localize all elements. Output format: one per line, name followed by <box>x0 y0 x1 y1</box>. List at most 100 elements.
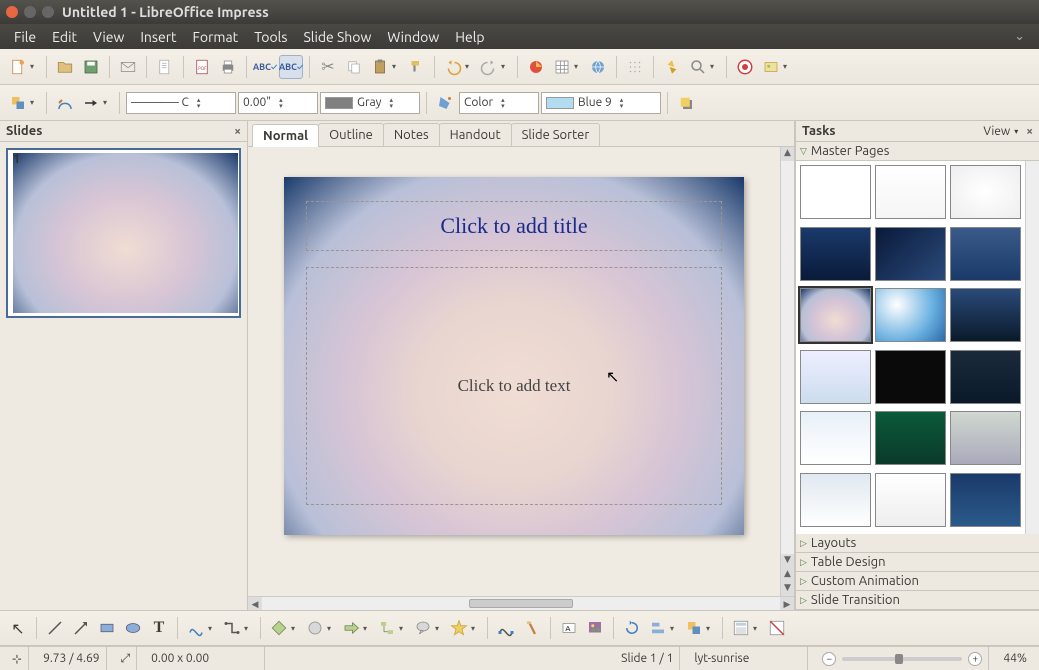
fill-type-combo[interactable]: Color▴▾ <box>459 92 539 114</box>
flowchart-button[interactable] <box>375 616 399 640</box>
master-page-item[interactable] <box>800 473 871 527</box>
tab-slidesorter[interactable]: Slide Sorter <box>511 123 601 146</box>
from-file-button[interactable] <box>583 616 607 640</box>
ellipse-tool-button[interactable] <box>121 616 145 640</box>
master-page-item[interactable] <box>950 227 1021 281</box>
menu-insert[interactable]: Insert <box>132 27 184 47</box>
fill-color-combo[interactable]: Blue 9▴▾ <box>541 92 661 114</box>
master-page-item[interactable] <box>950 288 1021 342</box>
scroll-right-arrow[interactable]: ▶ <box>780 597 794 610</box>
section-slide-transition[interactable]: ▷Slide Transition <box>796 591 1039 610</box>
copy-button[interactable] <box>342 55 366 79</box>
callouts-dropdown[interactable]: ▾ <box>435 624 443 633</box>
menu-format[interactable]: Format <box>185 27 247 47</box>
line-width-combo[interactable]: 0.00"▴▾ <box>238 92 318 114</box>
menu-edit[interactable]: Edit <box>44 27 85 47</box>
arrange2-dropdown[interactable]: ▾ <box>706 624 714 633</box>
master-page-item[interactable] <box>800 227 871 281</box>
zoom-dropdown[interactable]: ▾ <box>710 62 718 71</box>
tab-handout[interactable]: Handout <box>439 123 512 146</box>
tab-normal[interactable]: Normal <box>252 124 319 147</box>
insert-chart-button[interactable] <box>524 55 548 79</box>
masters-scrollbar[interactable] <box>1025 161 1039 534</box>
master-page-item[interactable] <box>875 165 946 219</box>
master-page-item[interactable] <box>800 411 871 465</box>
flowchart-dropdown[interactable]: ▾ <box>399 624 407 633</box>
master-page-item-selected[interactable] <box>800 288 871 342</box>
slide-layout-dropdown[interactable]: ▾ <box>753 624 761 633</box>
master-page-item[interactable] <box>875 227 946 281</box>
line-button[interactable] <box>53 91 77 115</box>
next-slide-button[interactable]: ▼ <box>781 582 794 596</box>
select-tool-button[interactable]: ↖ <box>6 616 30 640</box>
open-button[interactable] <box>53 55 77 79</box>
slide-canvas[interactable]: Click to add title Click to add text <box>284 177 744 535</box>
master-page-item[interactable] <box>800 350 871 404</box>
master-page-item[interactable] <box>950 350 1021 404</box>
section-table-design[interactable]: ▷Table Design <box>796 553 1039 572</box>
print-button[interactable] <box>216 55 240 79</box>
edit-file-button[interactable] <box>153 55 177 79</box>
slide-thumbnail-1[interactable]: 1 <box>6 148 241 318</box>
master-page-item[interactable] <box>875 288 946 342</box>
gluepoints-button[interactable] <box>520 616 544 640</box>
points-button[interactable] <box>494 616 518 640</box>
help-button[interactable] <box>733 55 757 79</box>
gallery-dropdown[interactable]: ▾ <box>783 62 791 71</box>
curve-tool-dropdown[interactable]: ▾ <box>208 624 216 633</box>
master-page-item[interactable] <box>950 411 1021 465</box>
insert-table-button[interactable] <box>550 55 574 79</box>
new-document-dropdown[interactable]: ▾ <box>30 62 38 71</box>
text-tool-button[interactable]: T <box>147 616 171 640</box>
redo-dropdown[interactable]: ▾ <box>501 62 509 71</box>
slide-layout-button[interactable] <box>729 616 753 640</box>
undo-button[interactable] <box>441 55 465 79</box>
arrange-dropdown[interactable]: ▾ <box>30 98 38 107</box>
section-layouts[interactable]: ▷Layouts <box>796 534 1039 553</box>
master-page-item[interactable] <box>800 165 871 219</box>
symbol-shapes-button[interactable] <box>303 616 327 640</box>
tab-outline[interactable]: Outline <box>318 123 384 146</box>
arrange-button[interactable] <box>6 91 30 115</box>
insert-table-dropdown[interactable]: ▾ <box>574 62 582 71</box>
format-paintbrush-button[interactable] <box>404 55 428 79</box>
menu-slideshow[interactable]: Slide Show <box>295 27 379 47</box>
cut-button[interactable]: ✂ <box>316 55 340 79</box>
shadow-button[interactable] <box>674 91 698 115</box>
slide-title-placeholder[interactable]: Click to add title <box>306 201 722 251</box>
line-color-combo[interactable]: Gray▴▾ <box>320 92 420 114</box>
fontwork-button[interactable]: A <box>557 616 581 640</box>
window-maximize-button[interactable] <box>42 6 54 18</box>
gallery-button[interactable] <box>759 55 783 79</box>
block-arrows-dropdown[interactable]: ▾ <box>363 624 371 633</box>
arrow-style-dropdown[interactable]: ▾ <box>103 98 111 107</box>
align-button[interactable] <box>646 616 670 640</box>
curve-tool-button[interactable] <box>184 616 208 640</box>
new-document-button[interactable] <box>6 55 30 79</box>
vertical-scrollbar[interactable]: ▲ ▼ ▲ ▼ <box>780 147 794 596</box>
prev-slide-button[interactable]: ▲ <box>781 568 794 582</box>
window-minimize-button[interactable] <box>24 6 36 18</box>
tasks-panel-close-icon[interactable]: × <box>1026 125 1033 138</box>
stars-button[interactable] <box>447 616 471 640</box>
scroll-down-arrow[interactable]: ▼ <box>781 554 794 568</box>
line-tool-button[interactable] <box>43 616 67 640</box>
area-button[interactable] <box>433 91 457 115</box>
section-custom-animation[interactable]: ▷Custom Animation <box>796 572 1039 591</box>
symbol-shapes-dropdown[interactable]: ▾ <box>327 624 335 633</box>
email-button[interactable] <box>116 55 140 79</box>
master-page-item[interactable] <box>875 350 946 404</box>
master-page-item[interactable] <box>875 473 946 527</box>
paste-button[interactable] <box>368 55 392 79</box>
rectangle-tool-button[interactable] <box>95 616 119 640</box>
undo-dropdown[interactable]: ▾ <box>465 62 473 71</box>
save-button[interactable] <box>79 55 103 79</box>
navigator-button[interactable] <box>660 55 684 79</box>
window-close-button[interactable] <box>6 6 18 18</box>
basic-shapes-dropdown[interactable]: ▾ <box>291 624 299 633</box>
auto-spellcheck-button[interactable]: ABC✓ <box>279 55 303 79</box>
connector-tool-button[interactable] <box>220 616 244 640</box>
slides-panel-close-icon[interactable]: × <box>234 125 241 138</box>
redo-button[interactable] <box>477 55 501 79</box>
horizontal-scrollbar[interactable]: ◀ ▶ <box>248 596 794 610</box>
